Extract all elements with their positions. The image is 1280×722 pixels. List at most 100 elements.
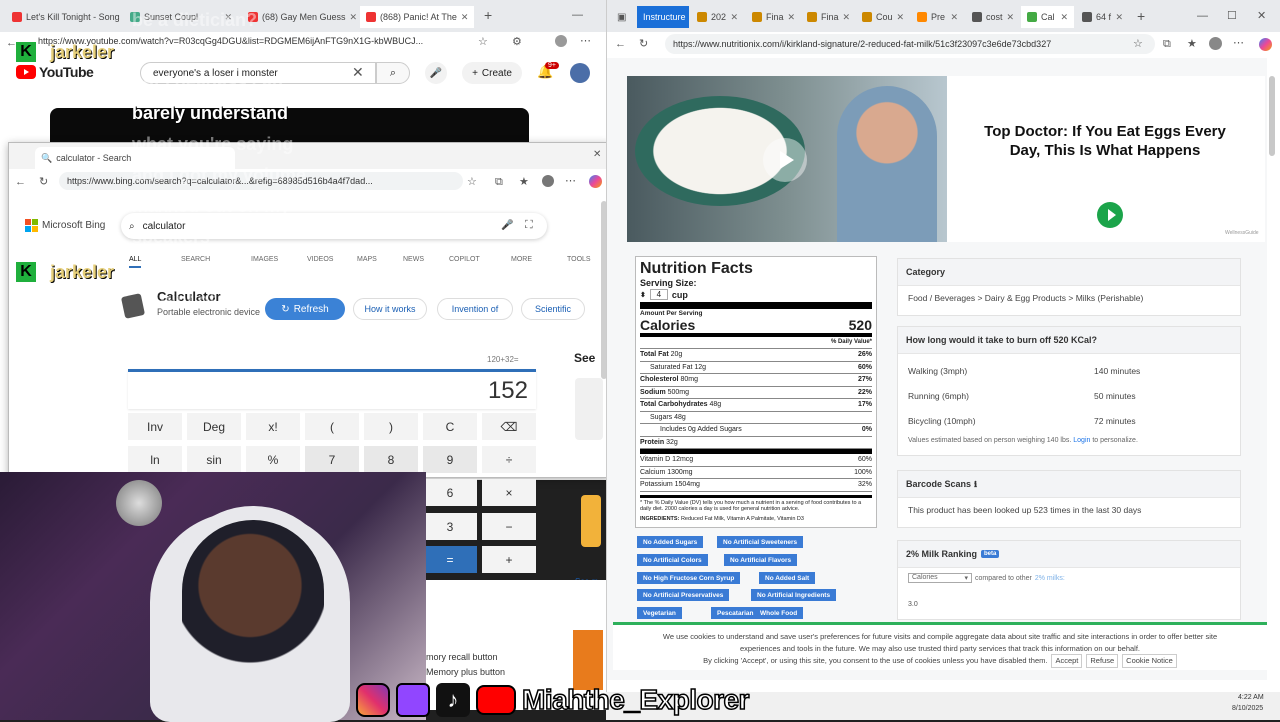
new-tab-icon[interactable]: + [484,8,492,22]
bing-profile-avatar[interactable] [542,175,554,187]
bing-back-icon[interactable]: ← [15,175,26,189]
refuse-button[interactable]: Refuse [1086,654,1119,668]
bing-mic-icon[interactable]: 🎤 [501,219,513,233]
right-tab[interactable]: Instructure [637,6,689,28]
right-tab[interactable]: Fina ✕ [801,6,854,28]
right-close-icon[interactable]: ✕ [1257,9,1266,23]
category-path[interactable]: Food / Beverages > Dairy & Egg Products … [898,286,1240,310]
right-profile-avatar[interactable] [1209,37,1222,50]
bing-nav-item[interactable]: MAPS [357,256,377,263]
login-link[interactable]: Login [1073,437,1090,444]
right-back-icon[interactable]: ← [615,37,626,51]
ad-arrow-button[interactable] [1097,202,1123,228]
right-copilot-icon[interactable] [1259,38,1272,51]
diet-tag[interactable]: No High Fructose Corn Syrup [637,572,741,584]
calc-key[interactable]: ⌫ [482,413,536,440]
related-chip[interactable]: Scientific [521,298,585,320]
calc-key[interactable]: sin [187,446,241,473]
right-new-tab-icon[interactable]: + [1137,9,1145,23]
profile-avatar[interactable] [555,35,567,47]
calc-key[interactable]: ln [128,446,182,473]
copilot-icon[interactable] [589,175,602,188]
bing-favorite-icon[interactable]: ☆ [467,175,477,189]
calc-key[interactable]: = [423,546,477,573]
diet-tag[interactable]: No Added Salt [759,572,816,584]
create-button[interactable]: + Create [462,62,522,84]
ad-card-orange[interactable] [573,630,603,690]
related-chip[interactable]: Invention of [437,298,513,320]
ad-headline[interactable]: Top Doctor: If You Eat Eggs Every Day, T… [967,122,1243,160]
refresh-button[interactable]: ↻ Refresh [265,298,345,320]
calc-key[interactable]: 9 [423,446,477,473]
calc-key[interactable]: + [482,546,536,573]
youtube-avatar[interactable] [570,63,590,83]
calc-key[interactable]: ( [305,413,359,440]
info-icon[interactable]: ℹ [974,480,977,489]
right-tab[interactable]: 64 f ✕ [1076,6,1129,28]
minimize-icon[interactable]: — [572,8,583,22]
right-tab[interactable]: Pre ✕ [911,6,964,28]
right-menu-icon[interactable]: ⋯ [1233,36,1244,50]
calc-key[interactable]: 6 [423,479,477,506]
calc-key[interactable]: % [246,446,300,473]
youtube-logo[interactable]: YouTube [16,64,94,80]
calc-key[interactable]: 3 [423,513,477,540]
tab-close-icon[interactable]: ✕ [788,12,796,23]
right-collections-icon[interactable]: ⧉ [1163,37,1171,51]
calc-key[interactable]: C [423,413,477,440]
diet-tag[interactable]: No Artificial Colors [637,554,708,566]
right-scrollbar[interactable] [1269,76,1275,156]
bing-menu-icon[interactable]: ⋯ [565,174,576,188]
calc-key[interactable]: ÷ [482,446,536,473]
serving-qty-input[interactable]: 4 [649,289,668,300]
bing-nav-item[interactable]: NEWS [403,256,424,263]
left-tab[interactable]: Let's Kill Tonight - Song✕ [6,6,120,28]
calc-key[interactable]: x! [246,413,300,440]
bing-collections-icon[interactable]: ⧉ [495,175,503,189]
diet-tag[interactable]: No Added Sugars [637,536,704,548]
diet-tag[interactable]: No Artificial Flavors [724,554,798,566]
left-tab[interactable]: (868) Panic! At The ✕ [360,6,474,28]
tab-close-icon[interactable]: ✕ [1007,12,1015,23]
calc-key[interactable]: Deg [187,413,241,440]
tab-close-icon[interactable]: ✕ [1115,12,1123,23]
tab-close-icon[interactable]: ✕ [897,12,905,23]
tab-close-icon[interactable]: ✕ [843,12,851,23]
voice-search-button[interactable]: 🎤 [425,62,447,84]
bing-refresh-icon[interactable]: ↻ [39,175,48,189]
right-star-icon[interactable]: ☆ [1133,37,1143,51]
diet-tag[interactable]: Pescatarian [711,607,760,619]
bing-favorites-bar-icon[interactable]: ★ [519,175,529,189]
tab-close-icon[interactable]: ✕ [461,12,469,23]
right-favorites-icon[interactable]: ★ [1187,37,1197,51]
bing-nav-item[interactable]: COPILOT [449,256,480,263]
accept-button[interactable]: Accept [1051,654,1083,668]
calc-key[interactable]: 8 [364,446,418,473]
right-tab[interactable]: 202 ✕ [691,6,744,28]
related-chip[interactable]: How it works [353,298,427,320]
play-button[interactable] [763,138,807,182]
right-minimize-icon[interactable]: — [1197,9,1208,23]
bing-nav-item[interactable]: TOOLS [567,256,591,263]
ad-banner[interactable]: Top Doctor: If You Eat Eggs Every Day, T… [627,76,1265,242]
diet-tag[interactable]: Whole Food [754,607,804,619]
right-tab[interactable]: cost ✕ [966,6,1019,28]
extensions-icon[interactable]: ⚙ [512,35,522,49]
tab-close-icon[interactable]: ✕ [1060,12,1068,23]
diet-tag[interactable]: No Artificial Ingredients [751,589,837,601]
calc-key[interactable]: ) [364,413,418,440]
right-refresh-icon[interactable]: ↻ [639,37,648,51]
tab-close-icon[interactable]: ✕ [950,12,958,23]
menu-icon[interactable]: ⋯ [580,34,591,48]
clear-search-icon[interactable]: ✕ [352,65,364,79]
right-tab[interactable]: Cal ✕ [1021,6,1074,28]
right-address-bar[interactable]: https://www.nutritionix.com/i/kirkland-s… [665,34,1155,54]
diet-tag[interactable]: No Artificial Sweeteners [717,536,804,548]
left-tab[interactable]: (68) Gay Men Guess ✕ [242,6,356,28]
calc-key[interactable]: × [482,479,536,506]
bing-logo[interactable]: Microsoft Bing [25,219,105,232]
right-tab[interactable]: Cou ✕ [856,6,909,28]
tab-close-icon[interactable]: ✕ [730,12,738,23]
diet-tag[interactable]: No Artificial Preservatives [637,589,730,601]
bookmark-star-icon[interactable]: ☆ [478,35,488,49]
